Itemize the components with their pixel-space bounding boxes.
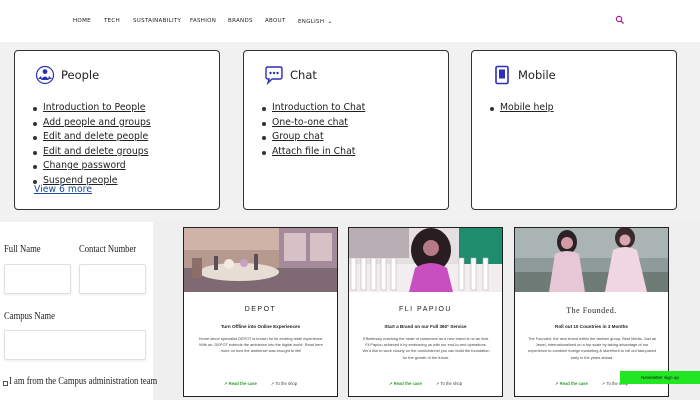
- newsletter-signup-button[interactable]: Newsletter sign up: [620, 371, 700, 384]
- nav-about[interactable]: ABOUT: [265, 18, 286, 24]
- read-case-label: Read the case: [393, 381, 422, 386]
- brand-card-depot: DEPOT Turn Offline into Online Experienc…: [183, 227, 338, 397]
- brand-name: The Founded.: [566, 306, 617, 315]
- read-case-link[interactable]: ↗ Read the case: [555, 381, 588, 386]
- brand-image: [184, 228, 337, 292]
- brand-image: [515, 228, 668, 292]
- brand-description: Effortlessly reaching the heart of custo…: [362, 336, 490, 360]
- help-link[interactable]: Edit and delete groups: [43, 146, 149, 157]
- contact-number-label: Contact Number: [79, 244, 137, 255]
- read-case-link[interactable]: ↗ Read the case: [389, 381, 422, 386]
- read-case-link[interactable]: ↗ Read the case: [224, 381, 257, 386]
- to-shop-link[interactable]: ↗ To the shop: [271, 381, 297, 386]
- language-selector[interactable]: ENGLISH ⌄: [298, 18, 333, 25]
- brand-description: Home decor specialist DEPOT is known for…: [198, 336, 324, 354]
- brand-name: FLI PAPIOU: [399, 306, 452, 313]
- view-more-link[interactable]: View 6 more: [34, 184, 92, 195]
- brand-tagline: Start a Brand on our Full 360° Service: [384, 324, 467, 329]
- full-name-label: Full Name: [4, 244, 41, 255]
- admin-checkbox-label: I am from the Campus administration team: [9, 376, 158, 387]
- bottom-section: Full Name Contact Number Campus Name I a…: [0, 222, 700, 400]
- admin-checkbox[interactable]: [3, 381, 8, 386]
- help-card-chat: Chat Introduction to Chat One-to-one cha…: [243, 50, 449, 210]
- help-link[interactable]: Introduction to People: [43, 102, 145, 113]
- nav-tech[interactable]: TECH: [104, 18, 120, 24]
- fashion-photo-image: [515, 228, 668, 292]
- link-list: Mobile help: [490, 101, 554, 116]
- search-icon[interactable]: [615, 15, 625, 25]
- card-title: Mobile: [518, 68, 556, 82]
- list-item: Add people and groups: [33, 116, 151, 131]
- link-list: Introduction to Chat One-to-one chat Gro…: [261, 101, 365, 160]
- help-card-people: People Introduction to People Add people…: [14, 50, 220, 210]
- help-link[interactable]: Change password: [43, 160, 126, 171]
- read-case-label: Read the case: [228, 381, 257, 386]
- fashion-photo-image: [349, 228, 502, 292]
- brand-links: ↗ Read the case ↗ To the shop: [184, 381, 337, 386]
- to-shop-link[interactable]: ↗ To the shop: [436, 381, 462, 386]
- read-case-label: Read the case: [559, 381, 588, 386]
- brand-card-fli-papiou: FLI PAPIOU Start a Brand on our Full 360…: [348, 227, 503, 397]
- help-link[interactable]: Add people and groups: [43, 117, 151, 128]
- chat-bubble-icon: [265, 66, 283, 85]
- help-card-mobile: Mobile Mobile help: [471, 50, 677, 210]
- list-item: Group chat: [261, 130, 365, 145]
- nav-home[interactable]: HOME: [73, 18, 91, 24]
- card-header: Chat: [264, 65, 317, 85]
- brand-links: ↗ Read the case ↗ To the shop: [349, 381, 502, 386]
- full-name-field[interactable]: [4, 264, 71, 294]
- campus-name-label: Campus Name: [4, 311, 55, 322]
- to-shop-label: To the shop: [275, 381, 298, 386]
- nav-fashion[interactable]: FASHION: [190, 18, 216, 24]
- help-link[interactable]: Edit and delete people: [43, 131, 148, 142]
- brand-tagline: Turn Offline into Online Experiences: [220, 324, 301, 329]
- brand-description: The Founded, the new brand within the fa…: [527, 336, 657, 360]
- help-link[interactable]: Group chat: [272, 131, 324, 142]
- list-item: Attach file in Chat: [261, 145, 365, 160]
- list-item: Mobile help: [490, 101, 554, 116]
- contact-number-field[interactable]: [79, 264, 146, 294]
- help-link[interactable]: Mobile help: [500, 102, 554, 113]
- list-item: One-to-one chat: [261, 116, 365, 131]
- nav-sustainability[interactable]: SUSTAINABILITY: [133, 18, 181, 24]
- link-list: Introduction to People Add people and gr…: [33, 101, 151, 188]
- top-navigation: HOME TECH SUSTAINABILITY FASHION BRANDS …: [0, 0, 700, 42]
- help-link[interactable]: One-to-one chat: [272, 117, 348, 128]
- nav-brands[interactable]: BRANDS: [228, 18, 253, 24]
- help-link[interactable]: Attach file in Chat: [272, 146, 355, 157]
- contact-form: Full Name Contact Number Campus Name I a…: [0, 222, 157, 400]
- list-item: Edit and delete people: [33, 130, 151, 145]
- card-header: Mobile: [492, 65, 556, 85]
- card-title: Chat: [290, 68, 317, 82]
- mobile-icon: [495, 65, 509, 85]
- brand-name: DEPOT: [244, 306, 277, 313]
- campus-name-field[interactable]: [4, 330, 146, 360]
- to-shop-label: To the shop: [440, 381, 463, 386]
- brand-tagline: Roll out 10 Countries in 3 Months: [555, 324, 628, 329]
- people-icon: [35, 65, 55, 85]
- list-item: Edit and delete groups: [33, 145, 151, 160]
- list-item: Change password: [33, 159, 151, 174]
- list-item: Introduction to Chat: [261, 101, 365, 116]
- brand-image: [349, 228, 502, 292]
- chevron-down-icon: ⌄: [327, 18, 333, 25]
- language-label: ENGLISH: [298, 19, 325, 25]
- card-title: People: [61, 68, 100, 82]
- help-link[interactable]: Introduction to Chat: [272, 102, 365, 113]
- help-section: People Introduction to People Add people…: [0, 42, 700, 222]
- list-item: Introduction to People: [33, 101, 151, 116]
- card-header: People: [35, 65, 99, 85]
- interior-scene-image: [184, 228, 337, 292]
